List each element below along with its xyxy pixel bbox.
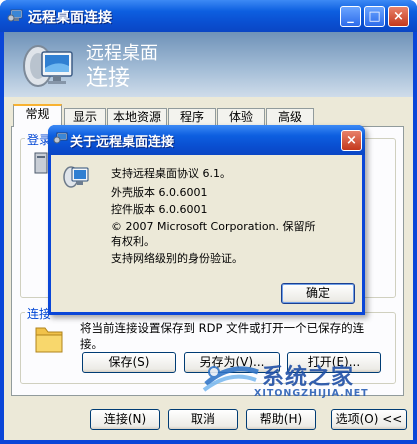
watermark-url: XITONGZHIJIA.NET: [254, 388, 369, 399]
cancel-button[interactable]: 取消: [168, 409, 238, 430]
app-icon: [7, 8, 23, 24]
about-close-button[interactable]: ×: [341, 130, 362, 151]
about-control-version: 控件版本 6.0.6001: [111, 203, 208, 216]
close-button[interactable]: ×: [388, 6, 409, 27]
maximize-icon: □: [368, 9, 381, 24]
window-title: 远程桌面连接: [28, 10, 112, 26]
watermark-text: 系统之家: [262, 365, 355, 390]
about-shell-version: 外壳版本 6.0.6001: [111, 186, 208, 199]
help-button[interactable]: 帮助(H): [246, 409, 316, 430]
tab-display[interactable]: 显示: [64, 108, 106, 126]
close-icon: ×: [393, 9, 404, 24]
about-ok-button[interactable]: 确定: [281, 283, 355, 304]
connection-description: 将当前连接设置保存到 RDP 文件或打开一个已保存的连接。: [80, 321, 365, 351]
folder-icon: [32, 322, 66, 356]
about-copyright: © 2007 Microsoft Corporation. 保留所有权利。: [111, 220, 316, 248]
about-protocol-text: 支持远程桌面协议 6.1。: [111, 167, 231, 180]
tab-local-resources[interactable]: 本地资源: [107, 108, 167, 126]
tab-general[interactable]: 常规: [13, 104, 62, 127]
options-button[interactable]: 选项(O) <<: [331, 409, 407, 430]
about-monitor-icon: [62, 162, 90, 190]
tab-experience[interactable]: 体验: [217, 108, 265, 126]
tab-programs[interactable]: 程序: [168, 108, 216, 126]
maximize-button[interactable]: □: [364, 6, 385, 27]
connect-button[interactable]: 连接(N): [90, 409, 160, 430]
minimize-icon: _: [347, 9, 354, 24]
remote-desktop-logo-icon: [20, 38, 76, 90]
minimize-button[interactable]: _: [340, 6, 361, 27]
computer-icon: [34, 152, 48, 174]
banner-title-line2: 连接: [86, 66, 131, 91]
about-nla-text: 支持网络级别的身份验证。: [111, 252, 243, 265]
save-button[interactable]: 保存(S): [82, 352, 176, 373]
about-dialog-title: 关于远程桌面连接: [70, 135, 175, 150]
tab-advanced[interactable]: 高级: [266, 108, 314, 126]
about-dialog-icon: [53, 131, 68, 146]
watermark-logo-icon: [200, 356, 262, 400]
close-icon: ×: [346, 133, 357, 148]
